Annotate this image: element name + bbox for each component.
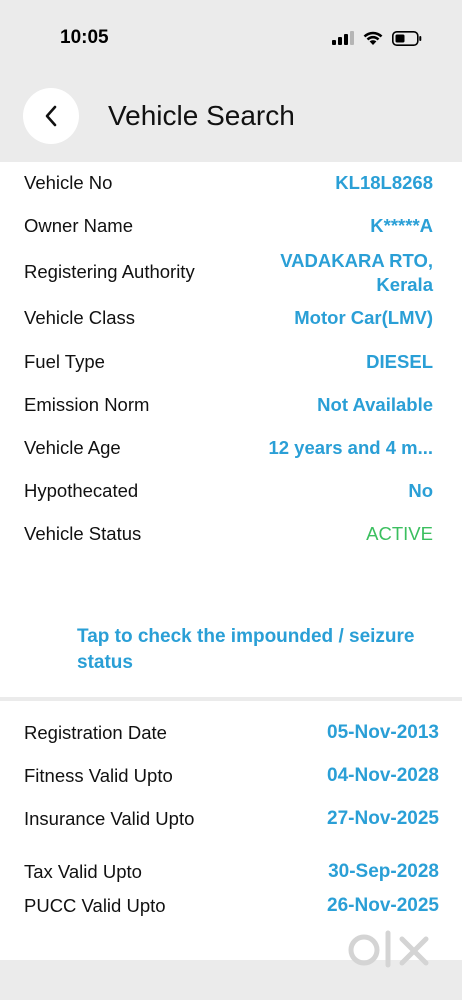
validity-dates-card: Registration Date 05-Nov-2013 Fitness Va… — [0, 701, 462, 960]
detail-label: Vehicle No — [24, 172, 113, 193]
date-value: 04-Nov-2028 — [327, 765, 439, 786]
detail-label: Hypothecated — [24, 480, 139, 501]
detail-value: Not Available — [317, 394, 433, 415]
date-value: 05-Nov-2013 — [327, 722, 439, 743]
date-value: 26-Nov-2025 — [327, 895, 439, 916]
detail-label: Owner Name — [24, 215, 133, 236]
status-time: 10:05 — [60, 27, 109, 48]
detail-label: Vehicle Status — [24, 523, 142, 544]
detail-value: 12 years and 4 m... — [268, 437, 433, 458]
detail-label: Vehicle Class — [24, 307, 136, 328]
detail-value: DIESEL — [366, 351, 433, 372]
detail-value: No — [408, 480, 433, 501]
detail-value: K*****A — [370, 215, 433, 236]
date-value: 30-Sep-2028 — [328, 861, 439, 882]
detail-label: Fuel Type — [24, 351, 105, 372]
status-bar: 10:05 — [0, 0, 462, 76]
date-label: Fitness Valid Upto — [24, 765, 173, 786]
cellular-signal-icon — [332, 31, 354, 45]
nav-bar: Vehicle Search — [0, 76, 462, 162]
date-label: PUCC Valid Upto — [24, 895, 166, 916]
detail-value: VADAKARA RTO, Kerala — [280, 250, 433, 295]
detail-label: Emission Norm — [24, 394, 150, 415]
detail-value: KL18L8268 — [335, 172, 433, 193]
vehicle-details-card: Vehicle No KL18L8268 Owner Name K*****A … — [0, 162, 462, 697]
battery-icon — [392, 30, 422, 46]
date-value: 27-Nov-2025 — [327, 808, 439, 829]
status-badge: ACTIVE — [366, 523, 433, 544]
impound-status-link[interactable]: Tap to check the impounded / seizure sta… — [77, 624, 417, 676]
chevron-left-icon — [45, 105, 57, 127]
wifi-icon — [363, 31, 383, 45]
detail-label: Registering Authority — [24, 261, 195, 282]
back-button[interactable] — [23, 88, 79, 144]
detail-label: Vehicle Age — [24, 437, 121, 458]
status-icons — [332, 28, 422, 48]
date-label: Insurance Valid Upto — [24, 808, 195, 829]
watermark-logo — [348, 930, 429, 968]
date-label: Registration Date — [24, 722, 167, 743]
page-title: Vehicle Search — [108, 100, 295, 131]
date-label: Tax Valid Upto — [24, 861, 142, 882]
detail-value: Motor Car(LMV) — [294, 307, 433, 328]
